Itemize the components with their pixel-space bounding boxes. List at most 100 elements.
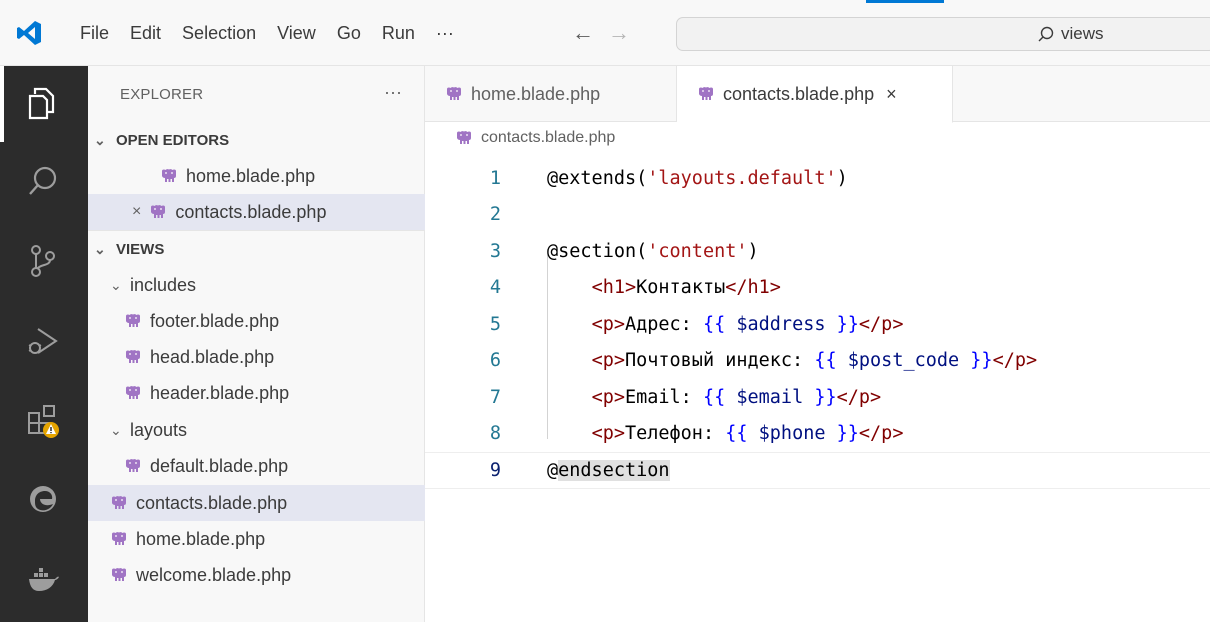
code-brace: }} xyxy=(959,350,993,372)
code-variable: $email xyxy=(736,386,804,408)
tab-home[interactable]: home.blade.php xyxy=(425,66,677,122)
blade-file-icon xyxy=(124,314,142,328)
code-brace: }} xyxy=(825,313,859,335)
explorer-icon[interactable] xyxy=(20,80,66,126)
code-string: 'layouts.default' xyxy=(647,167,837,189)
more-actions-icon[interactable]: ··· xyxy=(384,82,402,103)
progress-indicator xyxy=(866,0,944,3)
code-line[interactable]: 4 <h1>Контакты</h1> xyxy=(425,270,1210,307)
file-label: welcome.blade.php xyxy=(136,564,292,585)
menu-go[interactable]: Go xyxy=(337,23,361,44)
file-item[interactable]: home.blade.php xyxy=(88,521,425,557)
chevron-down-icon: ⌄ xyxy=(110,421,122,438)
open-editors-section[interactable]: ⌄ OPEN EDITORS xyxy=(88,122,425,158)
code-text: Почтовый индекс: xyxy=(624,350,815,372)
line-number: 4 xyxy=(489,277,501,299)
code-brace: {{ xyxy=(725,423,759,445)
code-tag: </h1> xyxy=(725,277,781,299)
back-arrow-icon[interactable]: ← xyxy=(572,20,594,46)
menu-edit[interactable]: Edit xyxy=(130,23,161,44)
editor-area: home.blade.php contacts.blade.php × cont… xyxy=(425,66,1210,622)
blade-file-icon xyxy=(149,205,167,219)
line-number: 9 xyxy=(489,459,501,481)
tab-bar: home.blade.php contacts.blade.php × xyxy=(425,66,1210,123)
file-item[interactable]: contacts.blade.php xyxy=(88,485,425,521)
chevron-down-icon: ⌄ xyxy=(94,240,106,257)
blade-file-icon xyxy=(124,350,142,364)
code-line[interactable]: 2 xyxy=(425,197,1210,234)
code-line[interactable]: 6 <p>Почтовый индекс: {{ $post_code }}</… xyxy=(425,343,1210,380)
active-indicator xyxy=(0,66,4,142)
source-control-icon[interactable] xyxy=(20,238,66,284)
code-tag: </p> xyxy=(858,423,904,445)
code-line[interactable]: 1 @extends('layouts.default') xyxy=(425,160,1210,197)
tab-label: home.blade.php xyxy=(471,83,601,104)
command-center-text: views xyxy=(1061,24,1104,43)
code-editor[interactable]: 1 @extends('layouts.default') 2 3 @secti… xyxy=(425,160,1210,489)
folder-includes[interactable]: ⌄ includes xyxy=(88,267,425,303)
views-label: VIEWS xyxy=(116,240,165,258)
file-label: header.blade.php xyxy=(150,382,290,403)
file-item[interactable]: default.blade.php xyxy=(88,448,425,484)
edge-icon[interactable] xyxy=(20,476,66,522)
menu-selection[interactable]: Selection xyxy=(182,23,256,44)
extensions-icon[interactable] xyxy=(20,398,66,444)
line-number: 7 xyxy=(489,386,501,408)
tab-contacts[interactable]: contacts.blade.php × xyxy=(677,66,953,123)
tab-label: contacts.blade.php xyxy=(723,83,875,104)
code-line[interactable]: 3 @section('content') xyxy=(425,233,1210,270)
folder-layouts[interactable]: ⌄ layouts xyxy=(88,412,425,448)
line-number: 1 xyxy=(489,167,501,189)
file-label: footer.blade.php xyxy=(150,310,280,331)
code-keyword-highlighted: endsection xyxy=(558,459,670,481)
forward-arrow-icon[interactable]: → xyxy=(608,20,630,46)
code-line[interactable]: 7 <p>Email: {{ $email }}</p> xyxy=(425,379,1210,416)
run-debug-icon[interactable] xyxy=(20,318,66,364)
open-editor-item[interactable]: × contacts.blade.php xyxy=(88,194,425,230)
file-item[interactable]: head.blade.php xyxy=(88,339,425,375)
code-variable: $address xyxy=(736,313,826,335)
code-tag: <p> xyxy=(591,386,625,408)
code-keyword: @extends( xyxy=(547,167,648,189)
code-line[interactable]: 5 <p>Адрес: {{ $address }}</p> xyxy=(425,306,1210,343)
menu-run[interactable]: Run xyxy=(382,23,415,44)
menu-view[interactable]: View xyxy=(277,23,316,44)
open-editor-item[interactable]: home.blade.php xyxy=(88,158,425,194)
file-item[interactable]: header.blade.php xyxy=(88,375,425,411)
line-number: 3 xyxy=(489,240,501,262)
blade-file-icon xyxy=(160,169,178,183)
code-text: Телефон: xyxy=(624,423,726,445)
file-item[interactable]: footer.blade.php xyxy=(88,303,425,339)
open-editor-label: contacts.blade.php xyxy=(175,201,327,222)
code-line[interactable]: 8 <p>Телефон: {{ $phone }}</p> xyxy=(425,416,1210,453)
code-string: 'content' xyxy=(647,240,748,262)
breadcrumb[interactable]: contacts.blade.php xyxy=(455,129,615,147)
line-number: 6 xyxy=(489,350,501,372)
menu-file[interactable]: File xyxy=(80,23,109,44)
docker-icon[interactable] xyxy=(20,556,66,602)
menu-more[interactable]: ··· xyxy=(436,23,454,44)
search-icon[interactable] xyxy=(20,158,66,204)
command-center-search[interactable]: views xyxy=(676,17,1210,51)
blade-file-icon xyxy=(124,386,142,400)
code-brace: {{ xyxy=(702,386,737,408)
folder-label: layouts xyxy=(130,419,188,440)
code-variable: $phone xyxy=(758,423,826,445)
search-icon xyxy=(1038,26,1054,42)
code-keyword: @section( xyxy=(547,240,648,262)
close-icon[interactable]: × xyxy=(886,84,897,105)
line-number: 2 xyxy=(489,204,501,226)
code-tag: </p> xyxy=(992,350,1038,372)
file-item[interactable]: welcome.blade.php xyxy=(88,557,425,593)
file-label: home.blade.php xyxy=(136,528,266,549)
code-text: Контакты xyxy=(636,277,726,299)
blade-file-icon xyxy=(445,87,463,101)
vscode-logo-icon xyxy=(17,21,41,45)
code-tag: <p> xyxy=(591,350,625,372)
folder-label: includes xyxy=(130,274,197,295)
views-section[interactable]: ⌄ VIEWS xyxy=(88,231,425,267)
activity-bar xyxy=(0,66,88,622)
close-icon[interactable]: × xyxy=(132,203,141,221)
file-label: head.blade.php xyxy=(150,346,275,367)
code-line-current[interactable]: 9 @endsection xyxy=(425,452,1210,489)
